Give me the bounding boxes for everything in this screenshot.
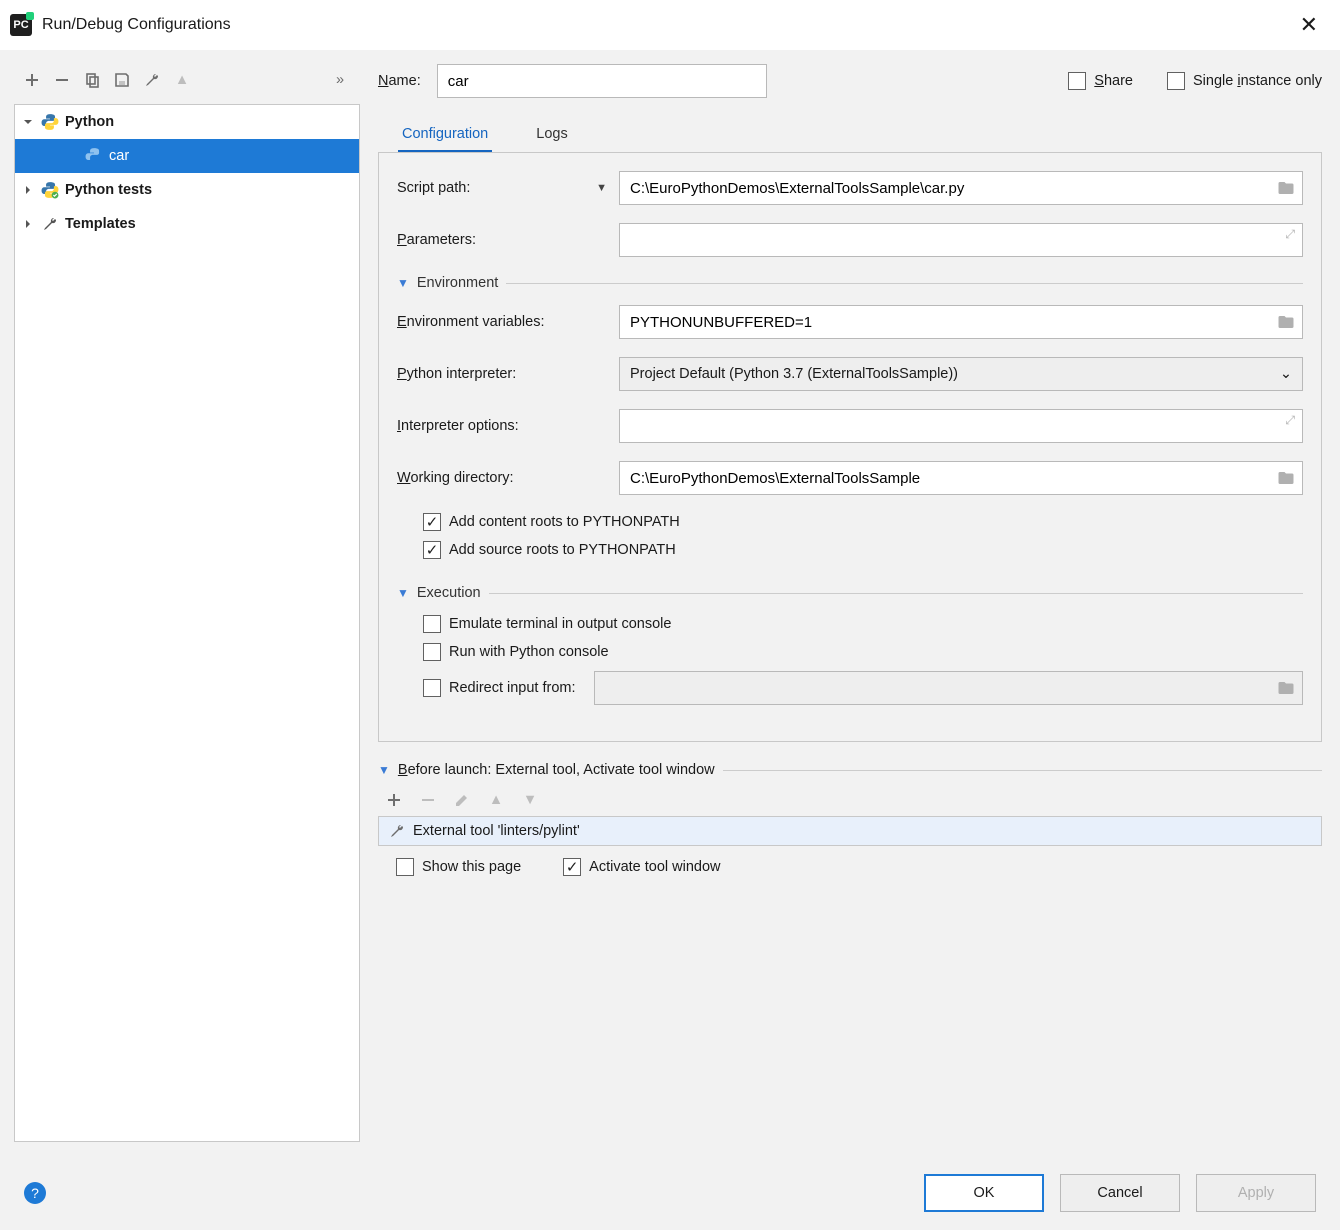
ok-button[interactable]: OK — [924, 1174, 1044, 1212]
help-button[interactable]: ? — [24, 1182, 46, 1204]
environment-section-header[interactable]: ▼ Environment — [397, 275, 1303, 291]
redirect-input-checkbox[interactable]: Redirect input from: — [423, 679, 576, 697]
triangle-down-icon: ▼ — [378, 763, 390, 777]
redirect-input-field — [594, 671, 1303, 705]
tabs: Configuration Logs — [378, 114, 1322, 153]
workdir-label: Working directory: — [397, 470, 607, 486]
bl-edit-button[interactable] — [448, 788, 476, 812]
save-config-button[interactable] — [108, 68, 136, 92]
triangle-down-icon: ▼ — [397, 276, 409, 290]
add-source-roots-checkbox[interactable]: Add source roots to PYTHONPATH — [423, 541, 676, 559]
interpreter-label: Python interpreter: — [397, 366, 607, 382]
remove-config-button[interactable] — [48, 68, 76, 92]
single-instance-checkbox[interactable]: Single instance only — [1167, 72, 1322, 90]
execution-section-header[interactable]: ▼ Execution — [397, 585, 1303, 601]
parameters-input[interactable] — [619, 223, 1303, 257]
tree-node-python[interactable]: Python — [15, 105, 359, 139]
parameters-label: Parameters: — [397, 232, 607, 248]
before-launch-list[interactable]: External tool 'linters/pylint' — [378, 816, 1322, 846]
titlebar: PC Run/Debug Configurations ✕ — [0, 0, 1340, 50]
interp-opts-label: Interpreter options: — [397, 418, 607, 434]
folder-icon — [1277, 679, 1295, 697]
bl-up-button[interactable]: ▲ — [482, 788, 510, 812]
app-icon: PC — [10, 14, 32, 36]
env-vars-label: Environment variables: — [397, 314, 607, 330]
interp-opts-input[interactable] — [619, 409, 1303, 443]
interpreter-select[interactable]: Project Default (Python 3.7 (ExternalToo… — [619, 357, 1303, 391]
python-tests-icon — [41, 181, 59, 199]
tree-label: Templates — [65, 216, 136, 232]
tab-configuration[interactable]: Configuration — [398, 118, 492, 153]
script-path-label-dropdown[interactable]: Script path: ▼ — [397, 180, 607, 196]
tree-node-python-tests[interactable]: Python tests — [15, 173, 359, 207]
configuration-panel: Script path: ▼ Parameters: — [378, 152, 1322, 742]
workdir-input[interactable] — [619, 461, 1303, 495]
copy-config-button[interactable] — [78, 68, 106, 92]
folder-icon[interactable] — [1277, 179, 1295, 197]
before-launch-toolbar: ▲ ▼ — [378, 784, 1322, 816]
browse-icon[interactable] — [1277, 313, 1295, 331]
edit-defaults-button[interactable] — [138, 68, 166, 92]
config-tree[interactable]: Python car — [14, 104, 360, 1142]
chevron-down-icon: ▼ — [596, 182, 607, 194]
activate-tool-window-checkbox[interactable]: Activate tool window — [563, 858, 720, 876]
tree-label: Python — [65, 114, 114, 130]
script-path-input[interactable] — [619, 171, 1303, 205]
before-launch-item-label: External tool 'linters/pylint' — [413, 823, 580, 839]
close-icon[interactable]: ✕ — [1292, 8, 1326, 42]
chevron-down-icon: ⌄ — [1280, 366, 1292, 382]
bl-remove-button[interactable] — [414, 788, 442, 812]
wrench-icon — [41, 215, 59, 233]
add-content-roots-checkbox[interactable]: Add content roots to PYTHONPATH — [423, 513, 680, 531]
name-label: Name: — [378, 73, 421, 89]
tree-label: Python tests — [65, 182, 152, 198]
bl-add-button[interactable] — [380, 788, 408, 812]
bottom-bar: ? OK Cancel Apply — [0, 1156, 1340, 1230]
tab-logs[interactable]: Logs — [532, 118, 571, 153]
python-console-checkbox[interactable]: Run with Python console — [423, 643, 609, 661]
share-checkbox[interactable]: Share — [1068, 72, 1133, 90]
python-icon — [85, 147, 103, 165]
env-vars-input[interactable] — [619, 305, 1303, 339]
tree-toolbar: ▲ » — [14, 64, 360, 104]
add-config-button[interactable] — [18, 68, 46, 92]
apply-button[interactable]: Apply — [1196, 1174, 1316, 1212]
before-launch-header[interactable]: ▼ Before launch: External tool, Activate… — [378, 762, 1322, 778]
expand-icon[interactable]: ⤢ — [1285, 413, 1295, 428]
name-input[interactable] — [437, 64, 767, 98]
caret-right-icon — [21, 219, 35, 229]
triangle-down-icon: ▼ — [397, 586, 409, 600]
tree-node-car[interactable]: car — [15, 139, 359, 173]
window-title: Run/Debug Configurations — [42, 16, 231, 34]
tool-icon — [389, 823, 405, 839]
folder-icon[interactable] — [1277, 469, 1295, 487]
caret-right-icon — [21, 185, 35, 195]
left-pane: ▲ » Python — [0, 50, 360, 1156]
python-icon — [41, 113, 59, 131]
tree-label: car — [109, 148, 129, 164]
expand-chevrons-icon[interactable]: » — [326, 68, 354, 92]
caret-down-icon — [21, 117, 35, 127]
bl-down-button[interactable]: ▼ — [516, 788, 544, 812]
show-page-checkbox[interactable]: Show this page — [396, 858, 521, 876]
emulate-terminal-checkbox[interactable]: Emulate terminal in output console — [423, 615, 671, 633]
tree-node-templates[interactable]: Templates — [15, 207, 359, 241]
cancel-button[interactable]: Cancel — [1060, 1174, 1180, 1212]
before-launch-section: ▼ Before launch: External tool, Activate… — [378, 762, 1322, 876]
move-up-button[interactable]: ▲ — [168, 68, 196, 92]
right-pane: Name: Share Single instance only Configu… — [360, 50, 1340, 1156]
expand-icon[interactable]: ⤢ — [1285, 227, 1295, 242]
before-launch-item[interactable]: External tool 'linters/pylint' — [379, 817, 1321, 845]
